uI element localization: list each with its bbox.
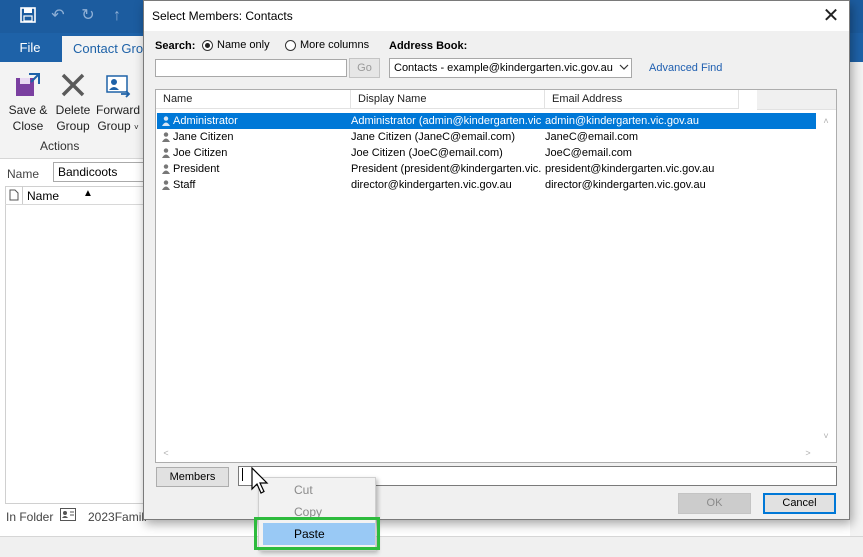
search-input[interactable]: [155, 59, 347, 77]
name-only-radio[interactable]: [202, 40, 213, 51]
row-email: admin@kindergarten.vic.gov.au: [545, 115, 700, 127]
column-header-filler: [757, 90, 836, 110]
row-email: JoeC@email.com: [545, 147, 632, 159]
table-row[interactable]: Joe Citizen Joe Citizen (JoeC@email.com)…: [157, 145, 816, 161]
delete-group-label-2: Group: [56, 119, 90, 133]
contact-person-icon: [162, 164, 170, 174]
ok-button[interactable]: OK: [678, 493, 751, 514]
column-header-email[interactable]: Email Address: [545, 90, 739, 109]
redo-icon[interactable]: ↻: [79, 7, 97, 25]
in-folder-value: 2023Famili: [88, 510, 147, 524]
chevron-down-icon: ˅: [134, 123, 139, 132]
forward-group-label-2-text: Group: [97, 119, 131, 133]
dialog-title: Select Members: Contacts: [152, 9, 293, 23]
row-display-name: Administrator (admin@kindergarten.vic.go…: [351, 115, 541, 127]
forward-group-label-2: Group ˅: [96, 118, 140, 136]
text-caret: [242, 468, 243, 481]
row-email: director@kindergarten.vic.gov.au: [545, 179, 706, 191]
tab-file[interactable]: File: [0, 33, 60, 62]
name-label: Name: [7, 167, 40, 181]
scroll-up-icon[interactable]: ˄: [819, 115, 833, 127]
delete-x-icon: [51, 68, 95, 102]
row-email: JaneC@email.com: [545, 131, 639, 143]
forward-group-button[interactable]: Forward Group ˅: [96, 68, 140, 136]
ribbon-group-actions: Actions: [40, 139, 80, 153]
sort-up-icon: ▲: [83, 188, 93, 199]
horizontal-scrollbar[interactable]: < >: [157, 445, 817, 461]
contact-person-icon: [162, 148, 170, 158]
row-display-name: Jane Citizen (JaneC@email.com): [351, 131, 516, 143]
chevron-down-icon[interactable]: [616, 58, 632, 78]
scroll-right-icon[interactable]: >: [801, 447, 815, 459]
address-book-select[interactable]: Contacts - example@kindergarten.vic.gov.…: [389, 58, 632, 78]
name-only-label[interactable]: Name only: [217, 39, 270, 51]
advanced-find-link[interactable]: Advanced Find: [649, 62, 722, 74]
contacts-grid: Name Display Name Email Address Administ…: [155, 89, 837, 463]
more-columns-radio[interactable]: [285, 40, 296, 51]
table-row[interactable]: President President (president@kindergar…: [157, 161, 816, 177]
search-label: Search:: [155, 40, 196, 52]
mouse-cursor-icon: [251, 466, 271, 495]
save-close-button[interactable]: Save & Close: [6, 68, 50, 134]
delete-group-button[interactable]: Delete Group: [51, 68, 95, 134]
contact-card-icon: [60, 508, 76, 524]
scroll-down-icon[interactable]: ˅: [819, 430, 833, 442]
save-close-label-2: Close: [12, 119, 44, 133]
undo-icon[interactable]: ↶: [49, 7, 67, 25]
row-name: Staff: [173, 179, 196, 191]
save-icon[interactable]: [19, 7, 37, 25]
column-header-display-name[interactable]: Display Name: [351, 90, 545, 109]
document-icon: [9, 189, 19, 204]
vertical-scrollbar[interactable]: ˄ ˅: [818, 113, 835, 443]
go-button[interactable]: Go: [349, 58, 380, 78]
select-members-dialog: Select Members: Contacts ✕ Search: Name …: [143, 0, 850, 520]
table-row[interactable]: Jane Citizen Jane Citizen (JaneC@email.c…: [157, 129, 816, 145]
forward-group-label-1: Forward: [96, 103, 141, 117]
contact-person-icon: [162, 132, 170, 142]
row-name: Joe Citizen: [173, 147, 228, 159]
close-icon[interactable]: ✕: [820, 5, 842, 27]
table-row[interactable]: Staff director@kindergarten.vic.gov.au d…: [157, 177, 816, 193]
header-divider: [22, 186, 23, 204]
scroll-left-icon[interactable]: <: [159, 447, 173, 459]
row-email: president@kindergarten.vic.gov.au: [545, 163, 715, 175]
delete-group-label-1: Delete: [55, 103, 91, 117]
contact-person-icon: [162, 116, 170, 126]
row-display-name: Joe Citizen (JoeC@email.com): [351, 147, 503, 159]
group-name-field[interactable]: Bandicoots: [53, 162, 148, 182]
row-display-name: President (president@kindergarten.vic.go…: [351, 163, 541, 175]
table-row[interactable]: Administrator Administrator (admin@kinde…: [157, 113, 816, 129]
contact-person-icon: [162, 180, 170, 190]
save-close-icon: [6, 68, 50, 102]
members-button[interactable]: Members: [156, 467, 229, 487]
member-list-name-header: Name: [27, 189, 60, 203]
member-list-header[interactable]: Name ▲: [5, 186, 145, 205]
tab-contact-group[interactable]: Contact Group: [62, 36, 152, 62]
row-name: Administrator: [173, 115, 238, 127]
status-bar: [0, 536, 863, 557]
cancel-button[interactable]: Cancel: [763, 493, 836, 514]
column-header-name[interactable]: Name: [156, 90, 351, 109]
save-close-label-1: Save &: [8, 103, 48, 117]
row-name: Jane Citizen: [173, 131, 234, 143]
row-name: President: [173, 163, 220, 175]
row-display-name: director@kindergarten.vic.gov.au: [351, 179, 512, 191]
forward-group-icon: [96, 68, 140, 102]
member-list: [5, 186, 145, 504]
address-book-label: Address Book:: [389, 40, 468, 52]
in-folder-label: In Folder: [6, 510, 54, 524]
up-arrow-icon[interactable]: ↑: [108, 7, 126, 25]
menu-item-cut[interactable]: Cut: [259, 479, 375, 501]
more-columns-label[interactable]: More columns: [300, 39, 369, 51]
paste-highlight-box: [254, 517, 380, 550]
outlook-right-edge: [850, 62, 863, 536]
